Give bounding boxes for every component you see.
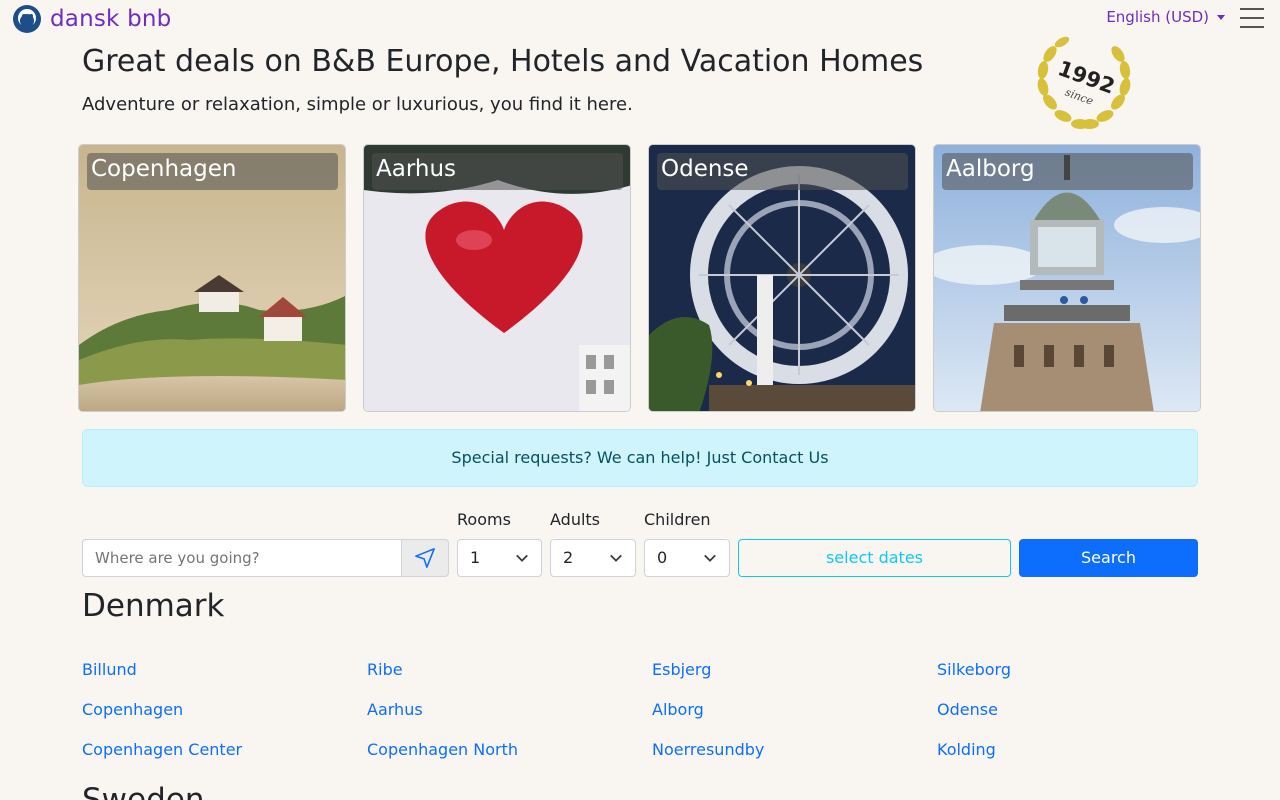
city-link[interactable]: Copenhagen North [367,740,518,759]
rooms-label: Rooms [457,510,511,529]
city-card-aalborg[interactable]: Aalborg [933,144,1201,412]
city-cards: Copenhagen Aarhus Odense Aalborg [78,144,1202,412]
section-title-denmark: Denmark [82,588,225,624]
city-link[interactable]: Copenhagen Center [82,740,242,759]
page-title: Great deals on B&B Europe, Hotels and Va… [82,44,924,79]
chevron-down-icon [610,554,622,562]
caret-down-icon [1217,14,1225,20]
city-link[interactable]: Odense [937,700,998,719]
city-link[interactable]: Ribe [367,660,403,679]
city-card-odense[interactable]: Odense [648,144,916,412]
chevron-down-icon [704,554,716,562]
city-name: Aalborg [942,153,1193,190]
brand-logo-icon [13,5,41,33]
children-select[interactable]: 0 [644,539,730,577]
city-name: Copenhagen [87,153,338,190]
brand-link[interactable]: dansk bnb [12,4,171,34]
page-subtitle: Adventure or relaxation, simple or luxur… [82,94,633,115]
city-link[interactable]: Aarhus [367,700,423,719]
location-arrow-icon [415,548,435,568]
section-title-next: Sweden [82,782,205,800]
rooms-value: 1 [470,548,481,567]
city-link[interactable]: Silkeborg [937,660,1011,679]
children-value: 0 [657,548,668,567]
language-dropdown[interactable]: English (USD) [1106,8,1225,26]
since-1992-badge: 1992 since [1037,36,1131,130]
city-card-copenhagen[interactable]: Copenhagen [78,144,346,412]
city-name: Odense [657,153,908,190]
city-link[interactable]: Esbjerg [652,660,711,679]
destination-group [82,539,449,577]
city-link[interactable]: Copenhagen [82,700,183,719]
city-card-aarhus[interactable]: Aarhus [363,144,631,412]
city-link[interactable]: Noerresundby [652,740,764,759]
menu-icon[interactable] [1240,8,1264,28]
city-link[interactable]: Kolding [937,740,996,759]
language-label: English (USD) [1106,8,1209,26]
city-name: Aarhus [372,153,623,190]
rooms-select[interactable]: 1 [457,539,542,577]
destination-input[interactable] [82,539,401,577]
locate-button[interactable] [401,539,449,577]
search-form: Rooms 1 Adults 2 Children 0 select dates… [82,506,1198,578]
adults-value: 2 [563,548,574,567]
brand-name: dansk bnb [50,6,172,32]
adults-label: Adults [550,510,601,529]
children-label: Children [644,510,711,529]
chevron-down-icon [516,554,528,562]
search-button[interactable]: Search [1019,539,1198,577]
select-dates-button[interactable]: select dates [738,539,1011,577]
special-requests-alert[interactable]: Special requests? We can help! Just Cont… [82,429,1198,487]
city-link[interactable]: Alborg [652,700,704,719]
adults-select[interactable]: 2 [550,539,636,577]
city-link[interactable]: Billund [82,660,137,679]
